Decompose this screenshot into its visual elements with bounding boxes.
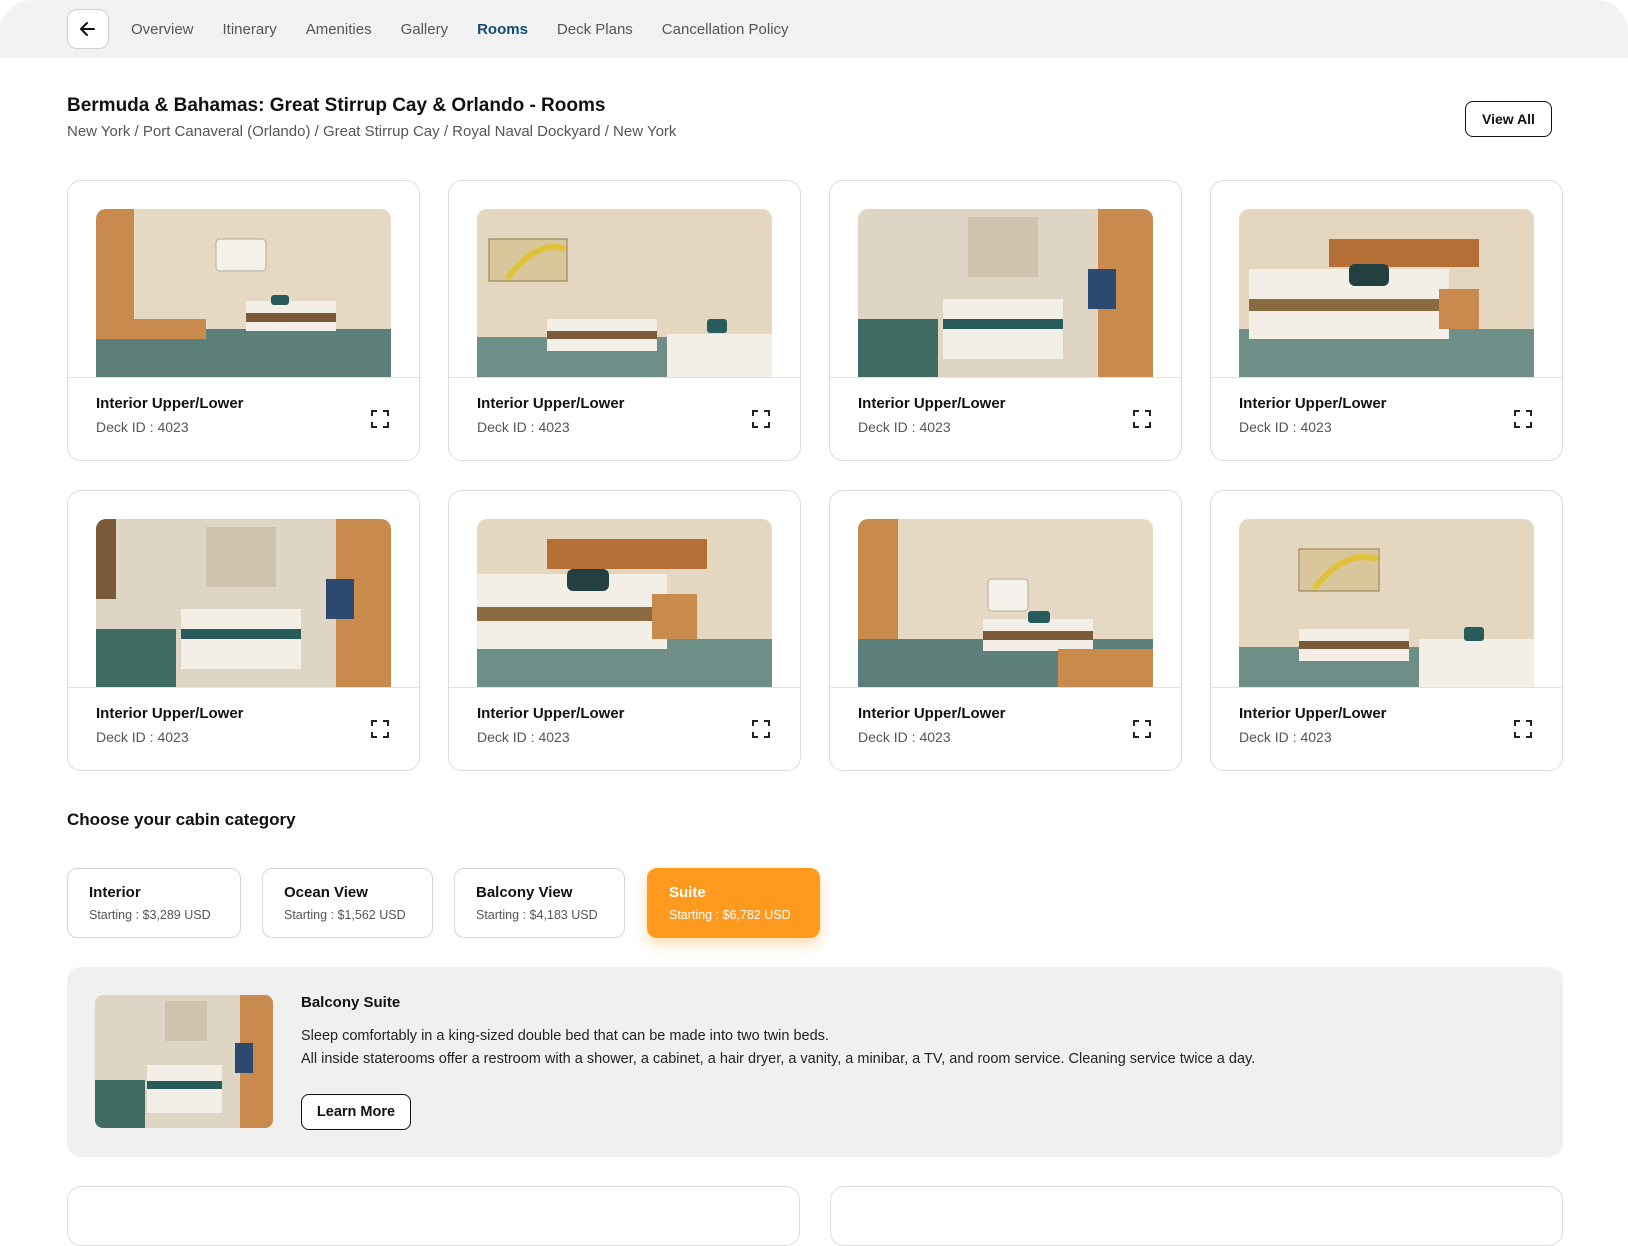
room-photo bbox=[477, 209, 772, 377]
room-photo bbox=[1239, 209, 1534, 377]
back-button[interactable] bbox=[67, 9, 109, 49]
card-divider bbox=[830, 377, 1181, 378]
room-deck-id: Deck ID : 4023 bbox=[96, 419, 189, 435]
cabin-category-price: Starting : $6,782 USD bbox=[669, 908, 791, 922]
cruise-route: New York / Port Canaveral (Orlando) / Gr… bbox=[67, 123, 677, 140]
room-photo bbox=[1239, 519, 1534, 687]
expand-icon[interactable] bbox=[1132, 409, 1152, 429]
card-divider bbox=[68, 687, 419, 688]
expand-icon[interactable] bbox=[751, 409, 771, 429]
card-divider bbox=[1211, 687, 1562, 688]
page-title: Bermuda & Bahamas: Great Stirrup Cay & O… bbox=[67, 95, 606, 116]
cabin-category-suite[interactable]: Suite Starting : $6,782 USD bbox=[647, 868, 820, 938]
card-divider bbox=[68, 377, 419, 378]
card-divider bbox=[449, 377, 800, 378]
room-card[interactable]: Interior Upper/Lower Deck ID : 4023 bbox=[448, 490, 801, 771]
cabin-category-name: Suite bbox=[669, 884, 706, 901]
card-divider bbox=[449, 687, 800, 688]
room-name: Interior Upper/Lower bbox=[477, 395, 625, 412]
cabin-detail-amenities: All inside staterooms offer a restroom w… bbox=[301, 1051, 1256, 1067]
top-nav-bar: Overview Itinerary Amenities Gallery Roo… bbox=[0, 0, 1628, 58]
cabin-category-price: Starting : $3,289 USD bbox=[89, 908, 211, 922]
room-deck-id: Deck ID : 4023 bbox=[1239, 729, 1332, 745]
cabin-category-name: Interior bbox=[89, 884, 141, 901]
tab-amenities[interactable]: Amenities bbox=[306, 21, 372, 38]
cabin-category-ocean-view[interactable]: Ocean View Starting : $1,562 USD bbox=[262, 868, 433, 938]
cabin-detail-description: Sleep comfortably in a king-sized double… bbox=[301, 1028, 829, 1044]
room-name: Interior Upper/Lower bbox=[1239, 705, 1387, 722]
room-deck-id: Deck ID : 4023 bbox=[1239, 419, 1332, 435]
tab-overview[interactable]: Overview bbox=[131, 21, 194, 38]
card-divider bbox=[1211, 377, 1562, 378]
room-name: Interior Upper/Lower bbox=[477, 705, 625, 722]
room-card[interactable]: Interior Upper/Lower Deck ID : 4023 bbox=[829, 490, 1182, 771]
room-card[interactable]: Interior Upper/Lower Deck ID : 4023 bbox=[1210, 490, 1563, 771]
suite-card[interactable] bbox=[830, 1186, 1563, 1246]
room-name: Interior Upper/Lower bbox=[858, 395, 1006, 412]
room-photo bbox=[96, 209, 391, 377]
tab-gallery[interactable]: Gallery bbox=[401, 21, 449, 38]
section-tabs: Overview Itinerary Amenities Gallery Roo… bbox=[131, 0, 789, 58]
room-photo bbox=[96, 519, 391, 687]
room-name: Interior Upper/Lower bbox=[96, 705, 244, 722]
cabin-category-name: Balcony View bbox=[476, 884, 573, 901]
room-name: Interior Upper/Lower bbox=[858, 705, 1006, 722]
cabin-detail-panel: Balcony Suite Sleep comfortably in a kin… bbox=[67, 967, 1563, 1157]
expand-icon[interactable] bbox=[1132, 719, 1152, 739]
cabin-category-balcony-view[interactable]: Balcony View Starting : $4,183 USD bbox=[454, 868, 625, 938]
suite-card[interactable] bbox=[67, 1186, 800, 1246]
learn-more-button[interactable]: Learn More bbox=[301, 1094, 411, 1130]
room-photo bbox=[858, 519, 1153, 687]
room-deck-id: Deck ID : 4023 bbox=[477, 729, 570, 745]
view-all-button[interactable]: View All bbox=[1465, 101, 1552, 137]
cabin-category-interior[interactable]: Interior Starting : $3,289 USD bbox=[67, 868, 241, 938]
arrow-left-icon bbox=[80, 22, 95, 36]
room-card[interactable]: Interior Upper/Lower Deck ID : 4023 bbox=[67, 490, 420, 771]
expand-icon[interactable] bbox=[370, 719, 390, 739]
room-deck-id: Deck ID : 4023 bbox=[477, 419, 570, 435]
room-deck-id: Deck ID : 4023 bbox=[858, 419, 951, 435]
cabin-category-name: Ocean View bbox=[284, 884, 368, 901]
expand-icon[interactable] bbox=[1513, 409, 1533, 429]
tab-cancellation-policy[interactable]: Cancellation Policy bbox=[662, 21, 789, 38]
cabin-category-heading: Choose your cabin category bbox=[67, 810, 296, 829]
room-photo bbox=[477, 519, 772, 687]
room-photo bbox=[858, 209, 1153, 377]
card-divider bbox=[830, 687, 1181, 688]
expand-icon[interactable] bbox=[751, 719, 771, 739]
cabin-detail-title: Balcony Suite bbox=[301, 994, 401, 1011]
cabin-detail-photo bbox=[95, 995, 273, 1128]
cabin-category-price: Starting : $4,183 USD bbox=[476, 908, 598, 922]
room-card[interactable]: Interior Upper/Lower Deck ID : 4023 bbox=[448, 180, 801, 461]
tab-deck-plans[interactable]: Deck Plans bbox=[557, 21, 633, 38]
room-name: Interior Upper/Lower bbox=[1239, 395, 1387, 412]
room-card[interactable]: Interior Upper/Lower Deck ID : 4023 bbox=[1210, 180, 1563, 461]
expand-icon[interactable] bbox=[370, 409, 390, 429]
room-card[interactable]: Interior Upper/Lower Deck ID : 4023 bbox=[829, 180, 1182, 461]
cabin-category-price: Starting : $1,562 USD bbox=[284, 908, 406, 922]
room-name: Interior Upper/Lower bbox=[96, 395, 244, 412]
room-card[interactable]: Interior Upper/Lower Deck ID : 4023 bbox=[67, 180, 420, 461]
room-deck-id: Deck ID : 4023 bbox=[858, 729, 951, 745]
tab-itinerary[interactable]: Itinerary bbox=[223, 21, 277, 38]
tab-rooms[interactable]: Rooms bbox=[477, 21, 528, 38]
room-deck-id: Deck ID : 4023 bbox=[96, 729, 189, 745]
expand-icon[interactable] bbox=[1513, 719, 1533, 739]
